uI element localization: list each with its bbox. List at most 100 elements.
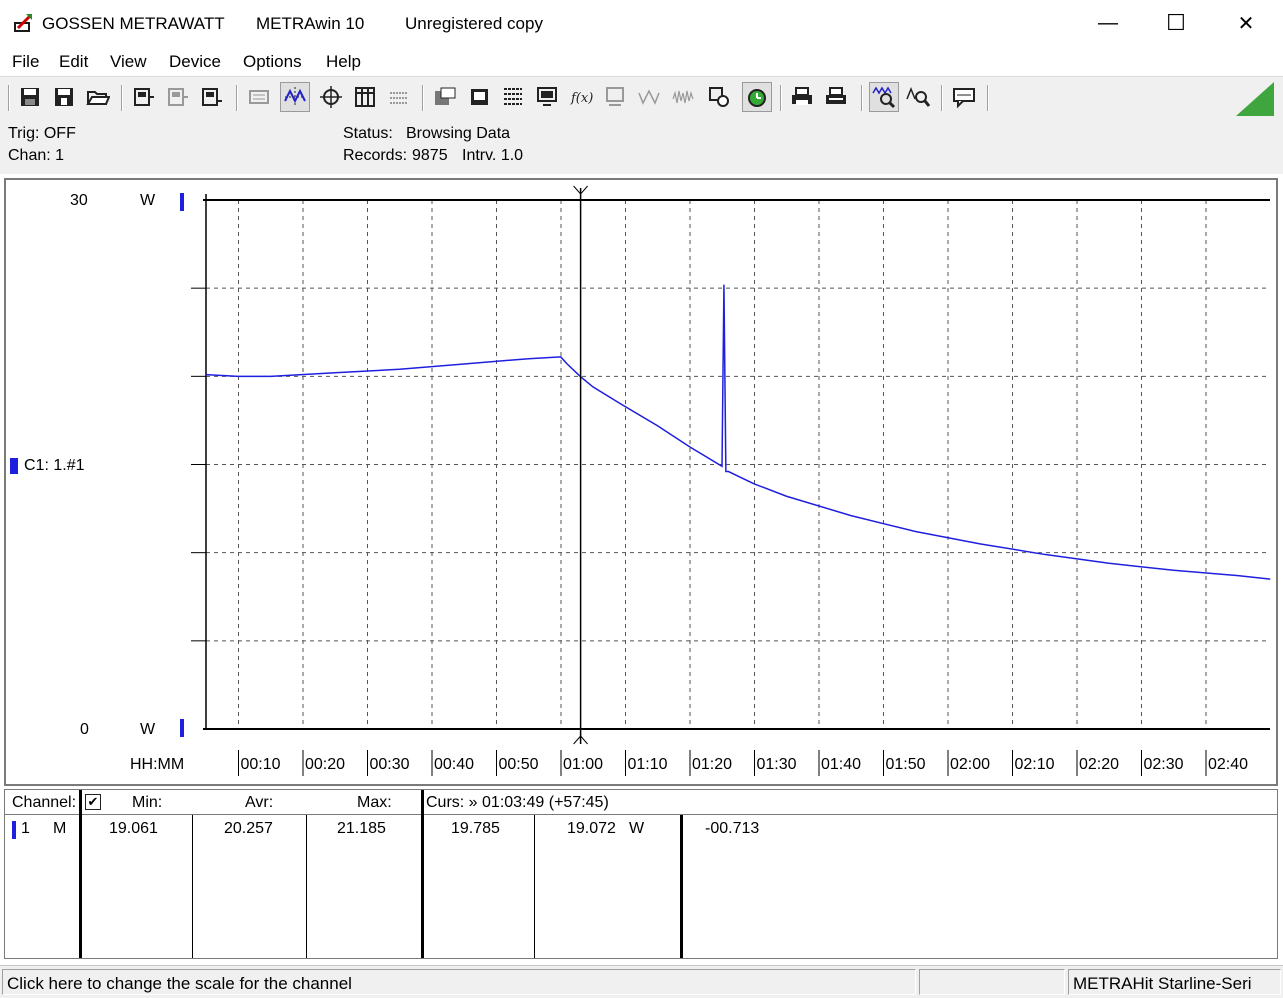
list-icon <box>390 92 408 104</box>
close-icon: ✕ <box>1237 12 1255 35</box>
row-min: 19.061 <box>109 820 158 837</box>
maximize-button[interactable]: ☐ <box>1141 0 1211 46</box>
chart-config-button[interactable] <box>432 84 458 110</box>
app-logo-icon <box>12 12 34 34</box>
status-hint[interactable]: Click here to change the scale for the c… <box>2 969 916 995</box>
row-channel-no[interactable]: 1 <box>21 820 30 838</box>
minimize-button[interactable]: — <box>1073 0 1143 46</box>
row-avr: 20.257 <box>224 820 273 837</box>
trigger-status: Trig: OFF <box>8 125 76 142</box>
status-bar: Click here to change the scale for the c… <box>0 965 1283 998</box>
clock-gear-button[interactable] <box>742 82 772 112</box>
function-icon: f(x) <box>570 91 593 106</box>
x-tick-label: 01:40 <box>821 756 862 773</box>
table-icon <box>355 87 375 107</box>
menu-bar: File Edit View Device Options Help <box>0 46 1283 76</box>
x-tick-label: 02:40 <box>1208 756 1249 773</box>
menu-help[interactable]: Help <box>326 52 361 72</box>
minimize-icon: — <box>1098 11 1118 34</box>
title-bar: GOSSEN METRAWATT METRAwin 10 Unregistere… <box>0 0 1283 46</box>
open-folder-icon <box>86 91 110 105</box>
device-config-button[interactable] <box>199 84 225 110</box>
crosshair-button[interactable] <box>318 84 344 110</box>
x-tick-label: 00:20 <box>305 756 346 773</box>
x-tick-label: 00:50 <box>498 756 539 773</box>
display-button[interactable] <box>246 84 272 110</box>
records-value: 9875 <box>412 147 448 164</box>
status-label: Status: <box>343 125 393 142</box>
print-icon <box>792 87 812 105</box>
toolbar-separator <box>236 85 238 111</box>
window-icon <box>471 89 488 105</box>
crosshair-icon <box>320 86 342 108</box>
col-divider <box>306 815 307 958</box>
settings-button[interactable] <box>706 84 732 110</box>
x-tick-label: 00:30 <box>369 756 410 773</box>
header-channel: Channel: <box>12 794 77 811</box>
status-triangle-icon <box>1236 82 1274 116</box>
x-tick-label: 02:30 <box>1143 756 1184 773</box>
x-tick-label: 01:50 <box>885 756 926 773</box>
wave-button[interactable] <box>636 84 662 110</box>
menu-device[interactable]: Device <box>169 52 221 72</box>
plot-area[interactable] <box>6 180 1276 784</box>
toolbar: f(x) <box>0 76 1283 120</box>
window-button[interactable] <box>466 84 492 110</box>
header-checkbox[interactable]: ✔ <box>85 794 101 810</box>
status-value: Browsing Data <box>406 125 511 142</box>
chart-panel[interactable]: 30 W 0 W C1: 1.#1 HH:MM 00:10 00:20 00:30 0… <box>4 178 1278 786</box>
x-tick-label: 01:30 <box>756 756 797 773</box>
list-button[interactable] <box>386 84 412 110</box>
interval-value: Intrv. 1.0 <box>462 147 524 164</box>
print-preview-button[interactable] <box>823 84 849 110</box>
open-button[interactable] <box>85 84 111 110</box>
noise-button[interactable] <box>670 84 696 110</box>
save-button[interactable] <box>17 84 43 110</box>
row-mode: M <box>53 820 67 837</box>
x-tick-label: 02:00 <box>950 756 991 773</box>
wave-icon <box>638 89 660 105</box>
device-config-icon <box>202 88 222 106</box>
header-divider <box>5 814 1277 815</box>
device-write-button[interactable] <box>165 84 191 110</box>
save-as-icon <box>55 88 73 106</box>
menu-edit[interactable]: Edit <box>59 52 88 72</box>
printer-small-button[interactable] <box>602 84 628 110</box>
x-tick-label: 01:00 <box>563 756 604 773</box>
zoom-wave-button[interactable] <box>869 82 899 112</box>
device-write-icon <box>168 88 188 106</box>
device-read-icon <box>134 88 154 106</box>
zoom-button[interactable] <box>905 84 931 110</box>
comment-button[interactable] <box>951 84 977 110</box>
x-tick-label: 02:20 <box>1079 756 1120 773</box>
print-button[interactable] <box>789 84 815 110</box>
close-button[interactable]: ✕ <box>1211 0 1281 46</box>
save-as-button[interactable] <box>51 84 77 110</box>
data-grid-button[interactable] <box>500 84 526 110</box>
app-title: METRAwin 10 <box>256 14 365 33</box>
device-read-button[interactable] <box>131 84 157 110</box>
header-max: Max: <box>357 794 392 811</box>
toolbar-separator <box>8 85 10 111</box>
waveform-button[interactable] <box>280 82 310 112</box>
toolbar-separator <box>861 85 863 111</box>
svg-text:f(x): f(x) <box>570 91 593 106</box>
col-divider <box>192 815 193 958</box>
toolbar-separator <box>941 85 943 111</box>
menu-options[interactable]: Options <box>243 52 302 72</box>
x-tick-label: 02:10 <box>1014 756 1055 773</box>
channel-table: Channel: ✔ Min: Avr: Max: Curs: » 01:03:… <box>4 789 1278 959</box>
menu-view[interactable]: View <box>110 52 147 72</box>
table-button[interactable] <box>352 84 378 110</box>
display-icon <box>249 90 269 104</box>
plot-grid <box>191 200 1270 729</box>
noise-icon <box>672 90 694 104</box>
menu-file[interactable]: File <box>12 52 39 72</box>
function-button[interactable]: f(x) <box>568 84 594 110</box>
monitor-button[interactable] <box>534 84 560 110</box>
row-color-marker <box>12 821 16 839</box>
row-max: 21.185 <box>337 820 386 837</box>
row-delta: -00.713 <box>705 820 760 837</box>
x-tick-label: 00:40 <box>434 756 475 773</box>
monitor-icon <box>537 87 557 106</box>
